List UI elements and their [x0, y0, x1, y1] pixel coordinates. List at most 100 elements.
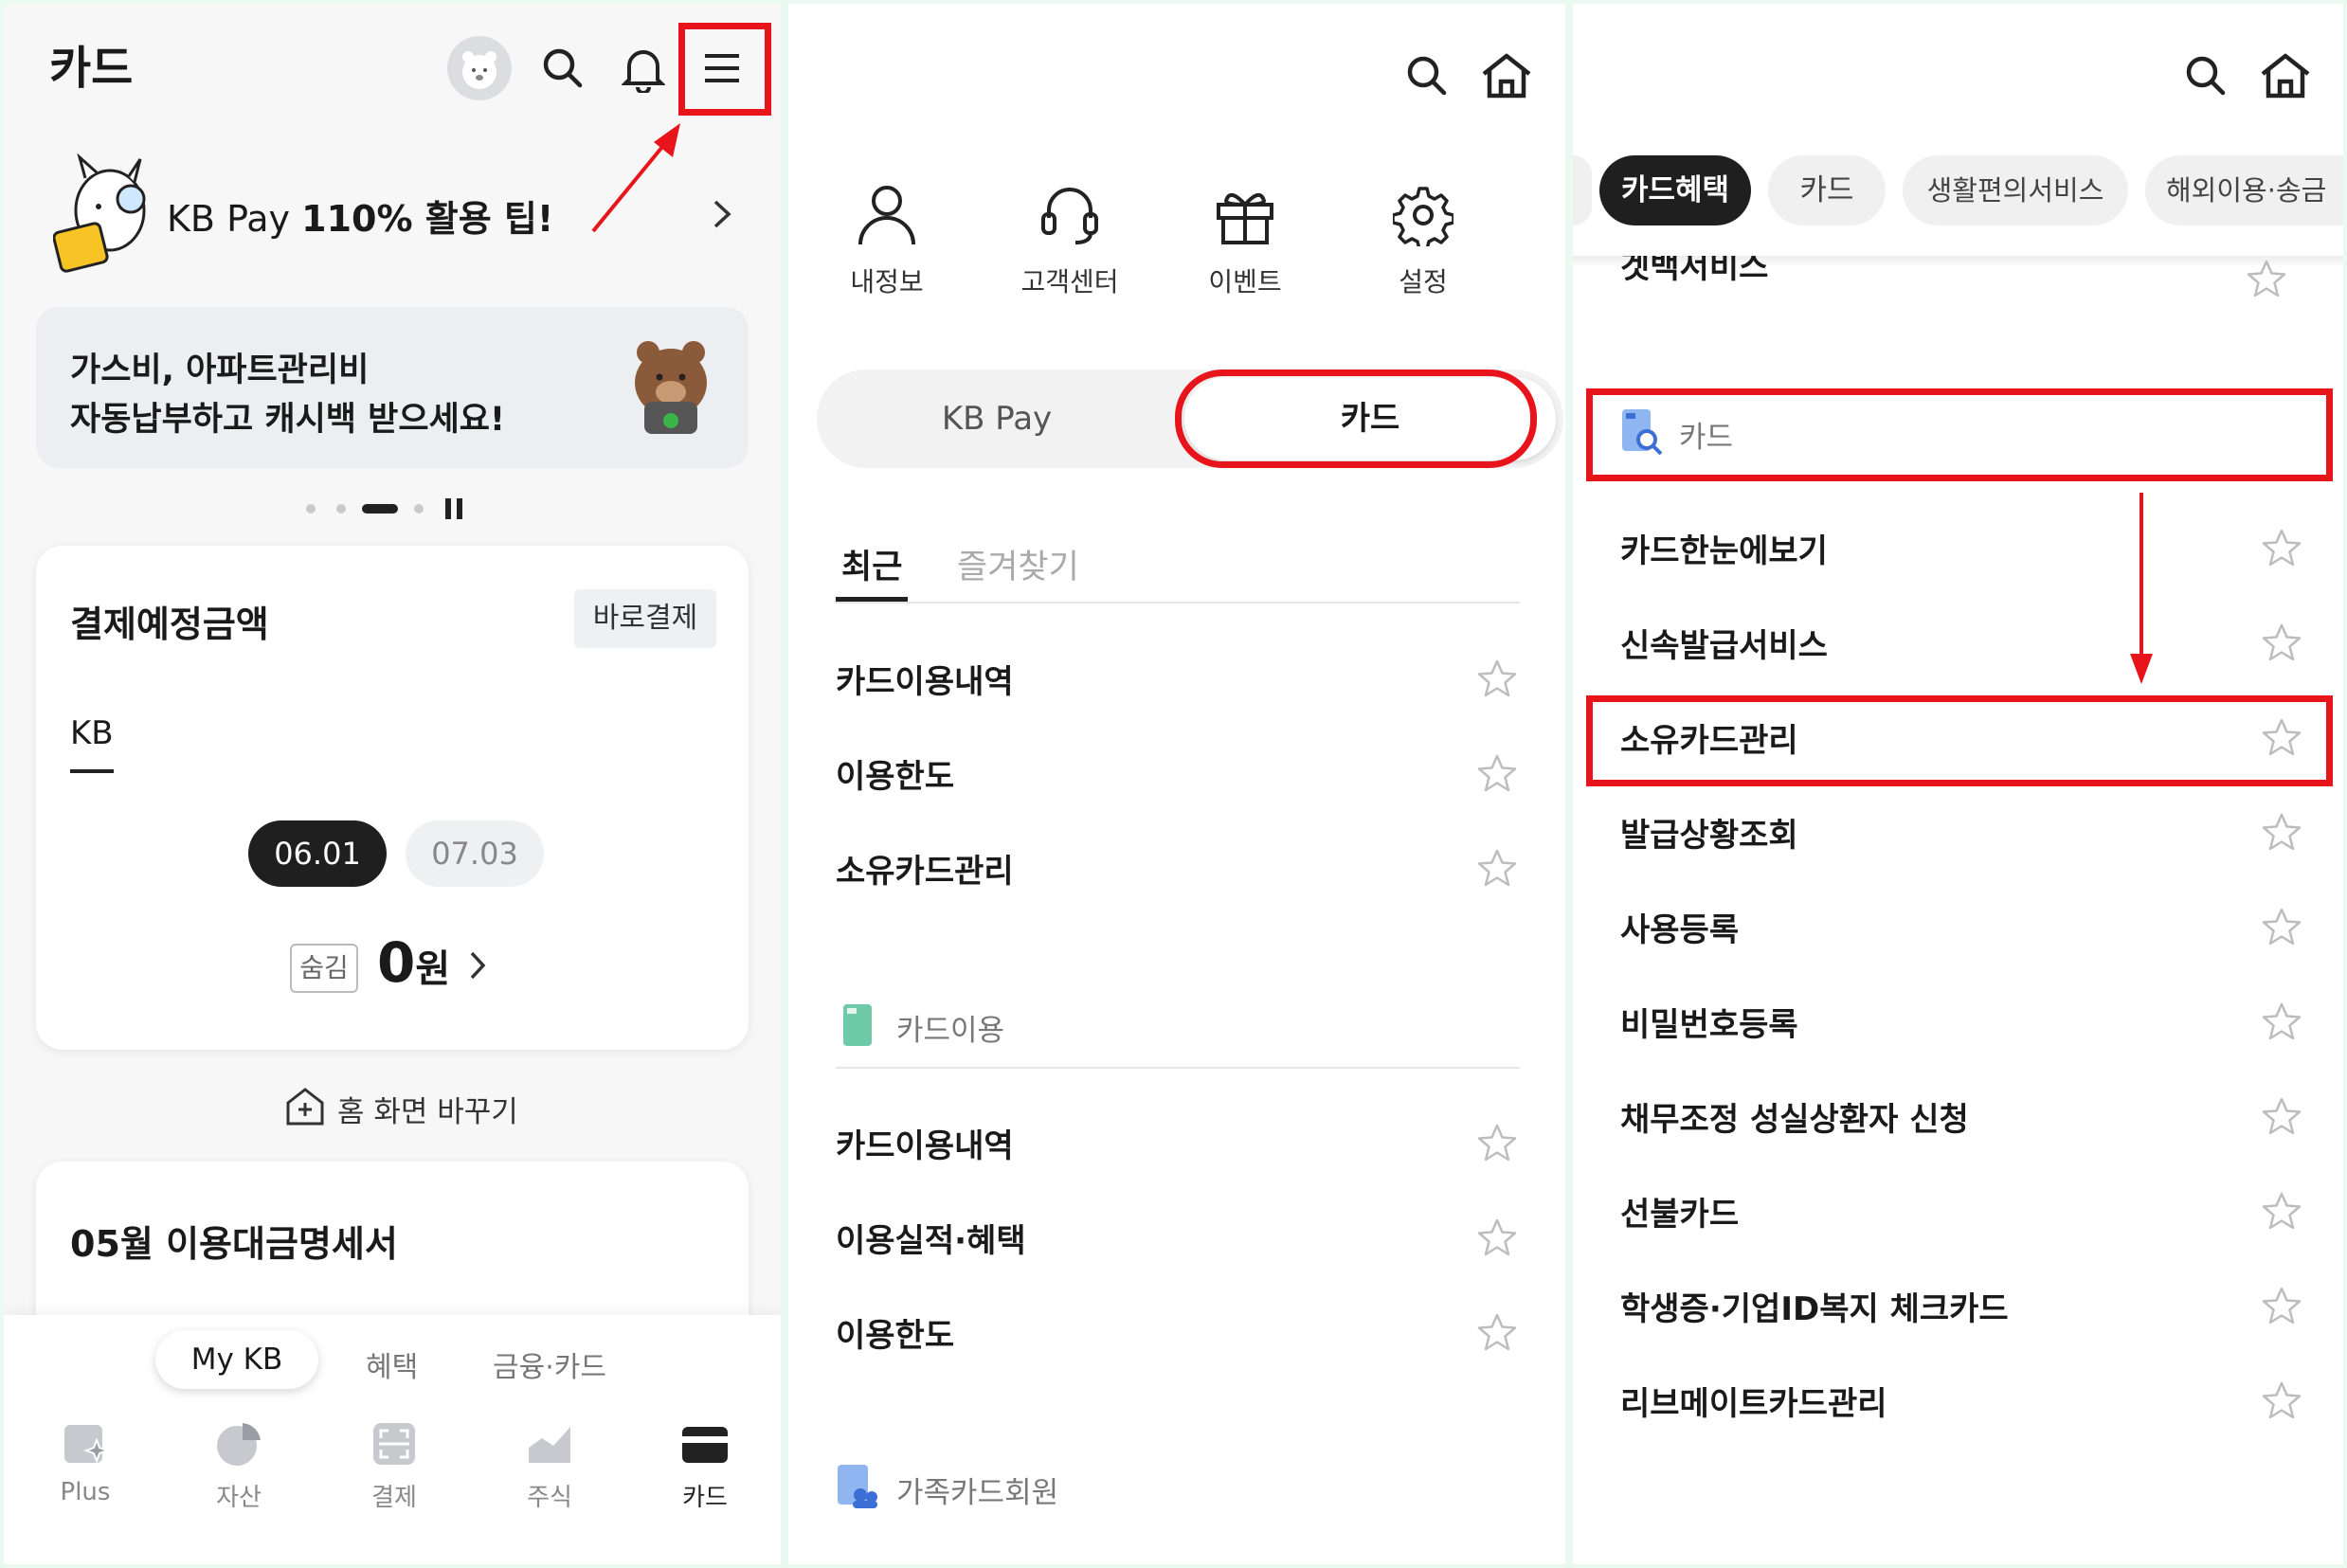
star-icon[interactable] — [1476, 752, 1518, 794]
list-item[interactable]: 이용한도 — [836, 739, 1527, 815]
chip-overseas[interactable]: 해외이용·송금 — [2145, 155, 2343, 225]
chip-lifestyle[interactable]: 생활편의서비스 — [1903, 155, 2128, 225]
star-icon[interactable] — [1476, 1311, 1518, 1353]
star-icon[interactable] — [2261, 906, 2302, 947]
bottom-navigation: My KB 혜택 금융·카드 Plus 자산 결제 주식 카드 — [4, 1315, 781, 1564]
bottom-tab-mykb[interactable]: My KB — [155, 1330, 318, 1389]
list-item[interactable]: 카드이용내역 — [836, 1108, 1527, 1184]
quick-event[interactable]: 이벤트 — [1188, 184, 1302, 299]
list-item[interactable]: 카드이용내역 — [836, 644, 1527, 720]
list-item-label: 학생증·기업ID복지 체크카드 — [1620, 1290, 2009, 1328]
nav-assets[interactable]: 자산 — [186, 1419, 292, 1513]
home-change-link[interactable]: 홈 화면 바꾸기 — [337, 1088, 518, 1130]
scan-icon — [373, 1423, 415, 1465]
list-item[interactable]: 신속발급서비스 — [1620, 608, 2321, 684]
list-item[interactable]: 채무조정 성실상환자 신청 — [1620, 1082, 2321, 1158]
star-icon[interactable] — [2261, 622, 2302, 663]
promo-line-1: 가스비, 아파트관리비 — [70, 351, 370, 389]
date-chip-0703[interactable]: 07.03 — [406, 820, 544, 887]
carousel-indicator[interactable] — [305, 496, 476, 521]
list-item[interactable]: 비밀번호등록 — [1620, 987, 2321, 1063]
menu-highlight-box — [678, 23, 771, 116]
star-icon[interactable] — [2261, 811, 2302, 853]
list-item-label: 카드한눈에보기 — [1620, 532, 1828, 570]
list-item-label: 카드이용내역 — [836, 1127, 1014, 1165]
list-item[interactable]: 리브메이트카드관리 — [1620, 1366, 2321, 1442]
plus-sparkle-icon — [64, 1425, 110, 1464]
list-item[interactable]: 발급상황조회 — [1620, 798, 2321, 874]
nav-stock[interactable]: 주식 — [496, 1419, 603, 1513]
list-item[interactable]: 이용한도 — [836, 1298, 1527, 1374]
card-section-highlight — [1586, 388, 2333, 481]
list-item[interactable]: 카드한눈에보기 — [1620, 514, 2321, 589]
headset-icon — [1041, 188, 1098, 244]
list-item[interactable]: 선불카드 — [1620, 1177, 2321, 1253]
star-icon[interactable] — [2261, 1379, 2302, 1421]
avatar[interactable] — [447, 36, 512, 100]
card-home-screen: 카드 KB Pay 110% 활용 팁! 가스비, 아파트관리비 자동납부하고 … — [4, 4, 781, 1564]
search-icon[interactable] — [2183, 53, 2229, 99]
star-icon[interactable] — [1476, 1122, 1518, 1163]
list-item-label: 이용실적·혜택 — [836, 1222, 1026, 1260]
mascot-illustration — [53, 153, 157, 277]
chip-partial[interactable] — [1573, 155, 1592, 225]
hide-toggle[interactable]: 숨김 — [290, 944, 358, 993]
list-item-label: 이용한도 — [836, 758, 955, 796]
chip-card-benefit[interactable]: 카드혜택 — [1599, 155, 1751, 225]
search-icon[interactable] — [1404, 53, 1450, 99]
star-icon[interactable] — [2261, 527, 2302, 568]
nav-card-label: 카드 — [682, 1484, 728, 1512]
home-icon[interactable] — [1480, 51, 1533, 100]
chevron-right-icon[interactable] — [468, 949, 487, 982]
star-icon[interactable] — [2261, 1095, 2302, 1137]
star-icon[interactable] — [2246, 258, 2287, 299]
list-item-label: 카드이용내역 — [836, 663, 1014, 701]
bell-icon[interactable] — [622, 45, 665, 93]
tab-favorites[interactable]: 즐겨찾기 — [957, 540, 1079, 588]
list-item[interactable]: 학생증·기업ID복지 체크카드 — [1620, 1271, 2321, 1347]
quick-settings[interactable]: 설정 — [1366, 184, 1480, 299]
star-icon[interactable] — [2261, 1190, 2302, 1232]
star-icon[interactable] — [2261, 1285, 2302, 1326]
bottom-tab-finance-card[interactable]: 금융·카드 — [493, 1343, 606, 1385]
list-item-label: 소유카드관리 — [836, 853, 1014, 891]
star-icon[interactable] — [1476, 1217, 1518, 1258]
banner-text[interactable]: KB Pay 110% 활용 팁! — [167, 189, 553, 242]
divider — [836, 602, 1520, 604]
date-chip-0601[interactable]: 06.01 — [248, 820, 387, 887]
quick-customer-center-label: 고객센터 — [1020, 266, 1119, 297]
tab-recent[interactable]: 최근 — [841, 540, 902, 588]
quick-my-info[interactable]: 내정보 — [830, 184, 944, 299]
card-segment-highlight — [1175, 369, 1537, 468]
nav-payment[interactable]: 결제 — [341, 1419, 447, 1513]
promo-line-2: 자동납부하고 캐시백 받으세요! — [70, 401, 505, 439]
home-add-icon[interactable] — [284, 1086, 326, 1127]
search-icon[interactable] — [540, 45, 586, 91]
tab-kb[interactable]: KB — [70, 714, 114, 752]
nav-plus[interactable]: Plus — [32, 1419, 138, 1506]
card-use-section-icon — [841, 1002, 874, 1048]
star-icon[interactable] — [1476, 847, 1518, 889]
amount[interactable]: 0원 — [377, 930, 450, 995]
star-icon[interactable] — [1476, 658, 1518, 699]
full-menu-screen: 내정보 고객센터 이벤트 설정 KB Pay 카드 최근 즐겨찾기 카드이용내역… — [788, 4, 1565, 1564]
bottom-tab-benefit[interactable]: 혜택 — [366, 1343, 418, 1385]
segment-kbpay[interactable]: KB Pay — [817, 369, 1177, 468]
chip-card[interactable]: 카드 — [1768, 155, 1886, 225]
home-icon[interactable] — [2259, 51, 2312, 100]
chevron-right-icon[interactable] — [711, 197, 733, 231]
quick-customer-center[interactable]: 고객센터 — [999, 184, 1141, 299]
promo-card[interactable]: 가스비, 아파트관리비 자동납부하고 캐시백 받으세요! — [36, 307, 749, 468]
divider — [836, 1067, 1520, 1069]
red-arrow-annotation — [584, 117, 688, 241]
list-item-label: 비밀번호등록 — [1620, 1006, 1798, 1044]
pay-now-button[interactable]: 바로결제 — [574, 589, 716, 648]
nav-card[interactable]: 카드 — [652, 1419, 758, 1513]
list-item-cut[interactable]: 겟백서비스 — [1620, 256, 1768, 287]
list-item[interactable]: 이용실적·혜택 — [836, 1203, 1527, 1279]
nav-payment-label: 결제 — [371, 1484, 417, 1512]
payment-title: 결제예정금액 — [70, 604, 269, 645]
star-icon[interactable] — [2261, 1000, 2302, 1042]
list-item[interactable]: 사용등록 — [1620, 892, 2321, 968]
list-item[interactable]: 소유카드관리 — [836, 834, 1527, 910]
